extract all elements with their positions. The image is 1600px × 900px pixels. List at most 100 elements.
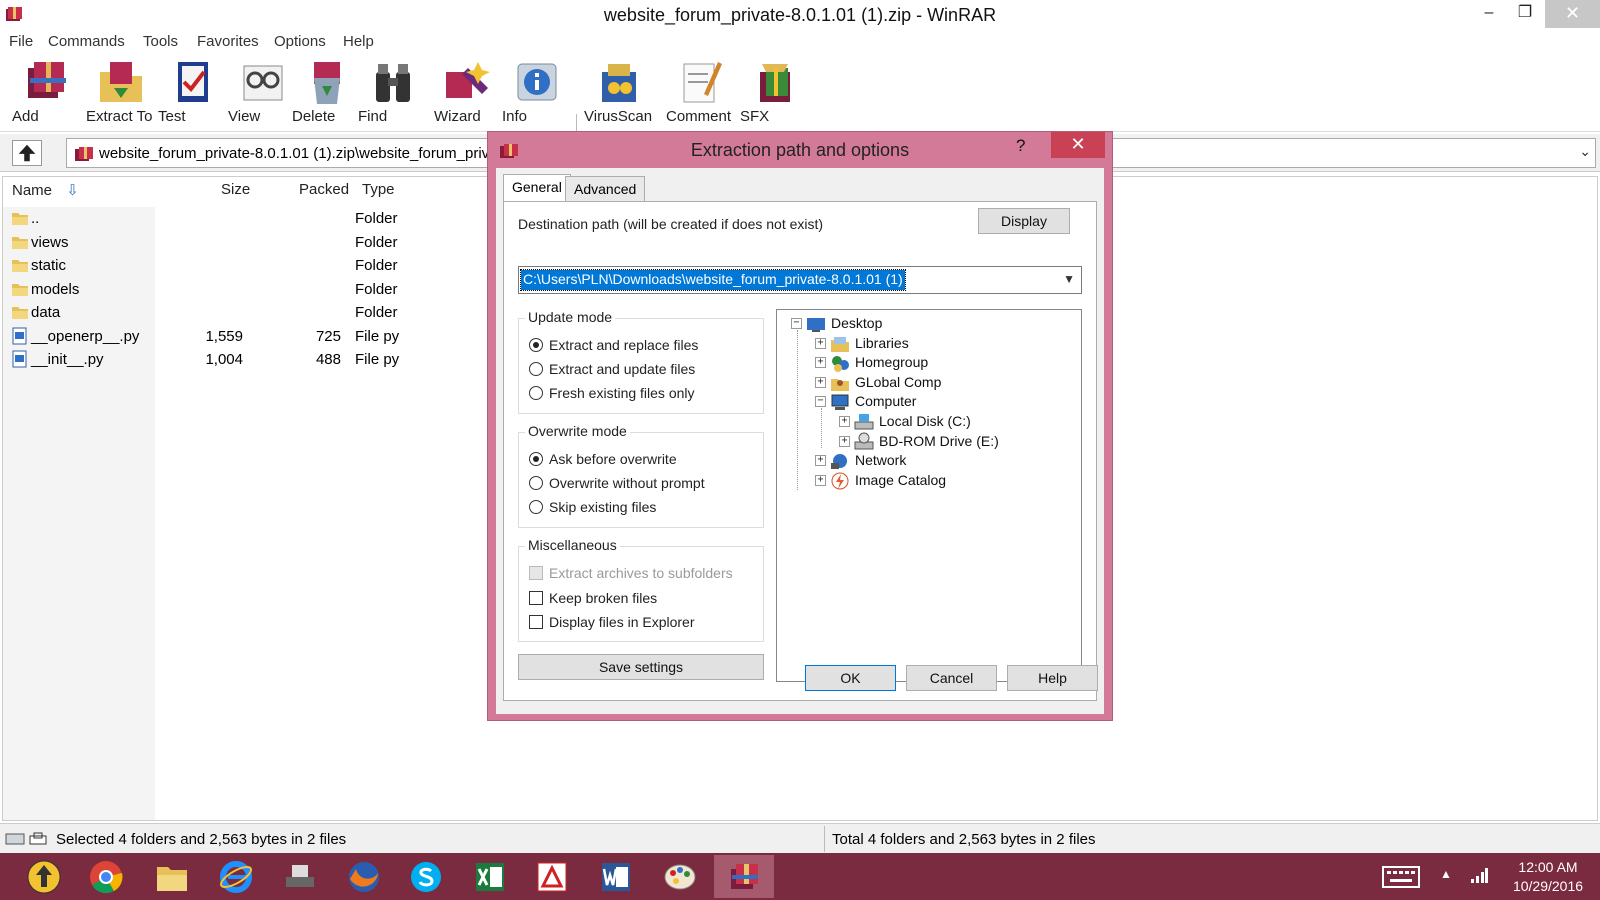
find-button[interactable]: Find [358, 58, 428, 130]
miscellaneous-group: Miscellaneous Extract archives to subfol… [518, 537, 764, 642]
taskbar-app-skype[interactable] [396, 855, 456, 898]
sfx-button[interactable]: SFX [740, 58, 810, 130]
dialog-close-button[interactable]: ✕ [1051, 132, 1105, 158]
cell-name: .. [31, 210, 40, 227]
checkbox-indicator [529, 615, 543, 629]
clock-date: 10/29/2016 [1512, 878, 1584, 894]
tree-node-label: Image Catalog [855, 471, 947, 488]
save-settings-button[interactable]: Save settings [518, 654, 764, 680]
taskbar: ▲ 12:00 AM 10/29/2016 [0, 853, 1600, 900]
delete-button[interactable]: Delete [292, 58, 362, 130]
folder-icon [12, 260, 28, 272]
sort-arrow-icon: ⇩ [66, 182, 79, 199]
radio-skip-existing[interactable]: Skip existing files [529, 499, 656, 515]
radio-indicator [529, 362, 543, 376]
expand-icon[interactable]: + [815, 474, 826, 486]
cell-type: Folder [355, 304, 398, 321]
sfx-icon [760, 64, 790, 102]
extract-to-button[interactable]: Extract To [86, 58, 156, 130]
folder-icon [12, 236, 28, 249]
checkbox-display-in-explorer[interactable]: Display files in Explorer [529, 614, 695, 630]
taskbar-app-winrar[interactable] [714, 855, 774, 898]
taskbar-app-firefox[interactable] [334, 855, 394, 898]
taskbar-app-chrome[interactable] [76, 855, 136, 898]
keyboard-icon[interactable] [1382, 865, 1420, 889]
taskbar-app-start[interactable] [14, 855, 74, 898]
dialog-help-icon[interactable]: ? [1016, 136, 1025, 156]
cancel-button[interactable]: Cancel [906, 665, 997, 691]
tray-expand-icon[interactable]: ▲ [1440, 867, 1452, 881]
maximize-button[interactable]: ❐ [1502, 0, 1548, 28]
taskbar-app-word[interactable] [586, 855, 646, 898]
expand-icon[interactable]: + [815, 357, 826, 369]
up-folder-button[interactable] [12, 140, 42, 166]
cell-name: __openerp__.py [31, 327, 140, 345]
status-total: Total 4 folders and 2,563 bytes in 2 fil… [832, 831, 1096, 848]
taskbar-app-excel[interactable] [460, 855, 520, 898]
folder-tree[interactable]: − Desktop + Libraries + Homegroup + GLobal Comp… [776, 309, 1082, 682]
expand-icon[interactable]: + [839, 416, 850, 427]
taskbar-app-internet-explorer[interactable] [206, 855, 266, 898]
add-icon [28, 62, 66, 98]
dialog-title-bar[interactable]: Extraction path and options ? ✕ [488, 132, 1112, 168]
close-window-button[interactable]: ✕ [1545, 0, 1600, 28]
radio-indicator [529, 500, 543, 514]
cell-type: Folder [355, 280, 398, 298]
help-button[interactable]: Help [1007, 665, 1098, 691]
taskbar-app-file-explorer[interactable] [142, 855, 202, 898]
cell-type: File py [355, 351, 400, 368]
network-signal-icon[interactable] [1470, 867, 1488, 883]
add-button[interactable]: Add [12, 58, 82, 130]
tab-advanced[interactable]: Advanced [565, 176, 646, 202]
tree-node-label: BD-ROM Drive (E:) [879, 432, 999, 449]
expand-icon[interactable]: + [815, 455, 826, 467]
radio-fresh-existing[interactable]: Fresh existing files only [529, 385, 695, 401]
collapse-icon[interactable]: − [815, 396, 826, 408]
tab-general[interactable]: General [503, 174, 571, 202]
radio-extract-replace[interactable]: Extract and replace files [529, 337, 698, 353]
chevron-down-icon[interactable]: ⌄ [1579, 143, 1591, 160]
radio-indicator [529, 338, 543, 352]
destination-path-combo[interactable]: C:\Users\PLN\Downloads\website_forum_pri… [518, 266, 1082, 294]
collapse-icon[interactable]: − [791, 318, 802, 329]
checkbox-keep-broken-files[interactable]: Keep broken files [529, 590, 657, 606]
menu-favorites[interactable]: Favorites [197, 33, 259, 50]
taskbar-app-scanner[interactable] [270, 855, 330, 898]
cell-name: views [31, 233, 69, 251]
chevron-down-icon[interactable]: ▼ [1063, 272, 1075, 286]
radio-extract-update[interactable]: Extract and update files [529, 361, 695, 377]
menu-help[interactable]: Help [343, 33, 374, 50]
tree-node-label: Computer [855, 393, 917, 410]
column-header-type[interactable]: Type [362, 181, 395, 198]
virusscan-button[interactable]: VirusScan [584, 58, 654, 130]
menu-tools[interactable]: Tools [143, 33, 178, 50]
column-header-packed[interactable]: Packed [299, 181, 349, 198]
cell-name: static [31, 257, 67, 274]
display-button[interactable]: Display [978, 208, 1070, 234]
word-icon [602, 863, 630, 891]
menu-file[interactable]: File [9, 33, 33, 50]
menu-commands[interactable]: Commands [48, 33, 125, 50]
comment-button[interactable]: Comment [666, 58, 736, 130]
status-divider [824, 826, 825, 852]
expand-icon[interactable]: + [815, 376, 826, 388]
expand-icon[interactable]: + [815, 337, 826, 349]
taskbar-app-acrobat[interactable] [522, 855, 582, 898]
test-button[interactable]: Test [158, 58, 228, 130]
dialog-body: General Advanced Destination path (will … [496, 168, 1104, 714]
menu-options[interactable]: Options [274, 33, 326, 50]
tree-node-label: GLobal Comp [855, 373, 942, 390]
radio-ask-before-overwrite[interactable]: Ask before overwrite [529, 451, 677, 467]
view-button[interactable]: View [228, 58, 298, 130]
drive-lock-icon[interactable] [4, 831, 50, 847]
info-button[interactable]: Info [502, 58, 572, 130]
column-header-size[interactable]: Size [221, 181, 250, 198]
ok-button[interactable]: OK [805, 665, 896, 691]
wizard-button[interactable]: Wizard [434, 58, 504, 130]
expand-icon[interactable]: + [839, 435, 850, 447]
destination-path-value[interactable]: C:\Users\PLN\Downloads\website_forum_pri… [520, 269, 906, 291]
taskbar-app-paint[interactable] [650, 855, 710, 898]
column-header-name[interactable]: Name ⇩ [12, 181, 79, 199]
system-clock[interactable]: 12:00 AM 10/29/2016 [1500, 858, 1596, 896]
radio-overwrite-without-prompt[interactable]: Overwrite without prompt [529, 475, 705, 491]
